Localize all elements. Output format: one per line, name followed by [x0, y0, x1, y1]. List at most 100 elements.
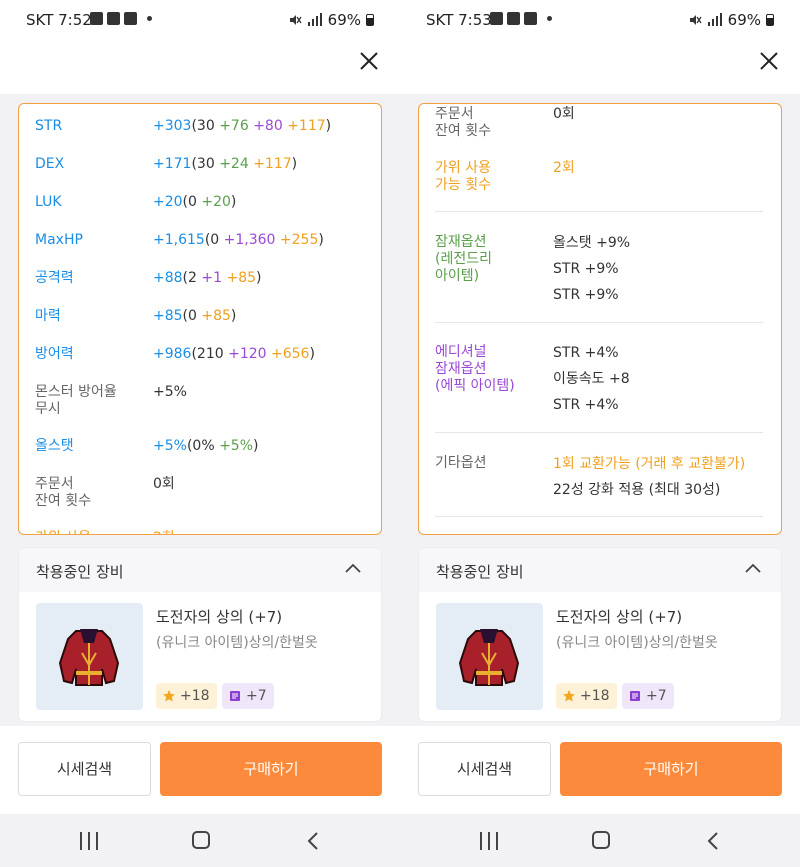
stat-value: +986(210 +120 +656) [153, 346, 373, 363]
stat-label: 마력 [35, 308, 61, 324]
more-notifications-icon [147, 16, 152, 21]
equipped-header[interactable]: 착용중인 장비 [419, 548, 781, 592]
stat-value-part: ) [256, 270, 262, 286]
stat-value-part: +171 [153, 156, 192, 172]
potential-label: 잠재옵션 (레전드리 아이템) [435, 234, 492, 284]
additional-potential-label: 에디셔널 잠재옵션 (에픽 아이템) [435, 344, 515, 394]
battery-icon [766, 14, 774, 26]
system-nav-bar [400, 814, 800, 867]
stat-value-part: ) [309, 346, 315, 362]
stat-label: 가위 사용 [35, 530, 145, 534]
notification-icons [490, 12, 552, 25]
system-status: 69% [288, 11, 374, 29]
recent-apps-icon[interactable] [480, 832, 498, 850]
stat-value-part: +1 [201, 270, 223, 286]
battery-percent: 69% [727, 11, 761, 29]
equipped-title: 착용중인 장비 [36, 563, 124, 581]
robe-item-image [58, 629, 120, 686]
stat-value: +171(30 +24 +117) [153, 156, 373, 173]
scissors-label: 가위 사용 가능 횟수 [435, 160, 491, 193]
stat-value-part: ) [325, 118, 332, 134]
stat-value-part: (210 [191, 346, 229, 362]
stat-value-part: +80 [253, 118, 283, 134]
item-options-card[interactable]: 주문서 잔여 횟수 0회 가위 사용 가능 횟수 2회 잠재옵션 (레전드리 아… [418, 103, 782, 535]
stat-value-part: +117 [287, 118, 326, 134]
item-type: (유니크 아이템)상의/한벌옷 [556, 635, 718, 651]
home-icon[interactable] [192, 831, 210, 849]
chevron-up-icon[interactable] [345, 563, 361, 573]
left-screen: SKT 7:52 69% STR +303(30 +76 +80 +117) DEX… [0, 0, 400, 867]
stat-label: 주문서 잔여 횟수 [35, 476, 91, 509]
stat-value: +88(2 +1 +85) [153, 270, 373, 287]
top-header [400, 40, 800, 94]
stat-label: DEX [35, 156, 65, 172]
upgrade-badge: +7 [622, 683, 674, 709]
stat-value-part: +120 [228, 346, 267, 362]
stat-value-part: +76 [219, 118, 249, 134]
stat-value: +85(0 +85) [153, 308, 373, 325]
stat-label: 몬스터 방어율 무시 [35, 384, 117, 417]
stat-label: STR [35, 118, 63, 134]
stat-value-part: +255 [279, 232, 319, 248]
gallery-notification-icon [107, 12, 120, 25]
stat-value-part: 0회 [153, 476, 175, 492]
stat-label: LUK [35, 194, 62, 210]
upgrade-badge: +7 [222, 683, 274, 709]
stat-value-part: +5% [153, 438, 187, 454]
equipped-item-section: 착용중인 장비 도전자의 상의 (+7) (유니크 아이템)상의/한벌옷 +18… [18, 547, 382, 722]
star-force-badge: +18 [156, 683, 217, 709]
stat-value-part: +5% [219, 438, 254, 454]
item-name: 도전자의 상의 (+7) [156, 608, 283, 626]
back-icon[interactable] [306, 831, 320, 851]
item-stats-card[interactable]: STR +303(30 +76 +80 +117) DEX +171(30 +24 +… [18, 103, 382, 535]
stat-value-part: 2회 [153, 530, 175, 534]
stat-value: +1,615(0 +1,360 +255) [153, 232, 373, 249]
stat-value: +20(0 +20) [153, 194, 373, 211]
top-header [0, 40, 400, 94]
item-thumbnail[interactable] [36, 603, 143, 710]
stat-value-part: +20 [201, 194, 231, 210]
signal-icon [707, 13, 722, 26]
gallery-notification-icon [490, 12, 503, 25]
stat-value-part: ) [230, 308, 237, 324]
stat-value-part: +85 [201, 308, 231, 324]
chevron-up-icon[interactable] [745, 563, 761, 573]
battery-percent: 69% [327, 11, 361, 29]
back-icon[interactable] [706, 831, 720, 851]
star-force-badge: +18 [556, 683, 617, 709]
scroll-icon [630, 691, 640, 701]
close-icon[interactable] [758, 50, 780, 72]
item-name: 도전자의 상의 (+7) [556, 608, 683, 626]
robe-item-image [458, 629, 520, 686]
stat-label: MaxHP [35, 232, 83, 248]
more-notifications-icon [547, 16, 552, 21]
stat-value-part: +986 [153, 346, 192, 362]
stat-value: +5%(0% +5%) [153, 438, 373, 455]
stat-value-part: +1,360 [223, 232, 276, 248]
home-icon[interactable] [592, 831, 610, 849]
equipped-header[interactable]: 착용중인 장비 [19, 548, 381, 592]
app-notification-icon [507, 12, 520, 25]
status-bar: SKT 7:52 69% [0, 0, 400, 40]
close-icon[interactable] [358, 50, 380, 72]
item-thumbnail[interactable] [436, 603, 543, 710]
recent-apps-icon[interactable] [80, 832, 98, 850]
price-search-button[interactable]: 시세검색 [18, 742, 151, 796]
app-notification-icon [524, 12, 537, 25]
price-search-button[interactable]: 시세검색 [418, 742, 551, 796]
stat-label: 올스탯 [35, 438, 74, 454]
etc-options-label: 기타옵션 [435, 455, 487, 471]
stat-label: 공격력 [35, 270, 74, 286]
signal-icon [307, 13, 322, 26]
stat-value-part: (2 [182, 270, 202, 286]
divider [435, 432, 763, 433]
stat-value-part: +88 [153, 270, 183, 286]
buy-button[interactable]: 구매하기 [560, 742, 782, 796]
stat-value-part: +117 [253, 156, 292, 172]
etc-options-values: 1회 교환가능 (거래 후 교환불가) 22성 강화 적용 (최대 30성) [553, 456, 746, 498]
stat-value-part: +656 [271, 346, 310, 362]
scroll-icon [230, 691, 240, 701]
buy-button[interactable]: 구매하기 [160, 742, 382, 796]
stat-value-part: +303 [153, 118, 192, 134]
stat-value-part: (30 [191, 118, 220, 134]
